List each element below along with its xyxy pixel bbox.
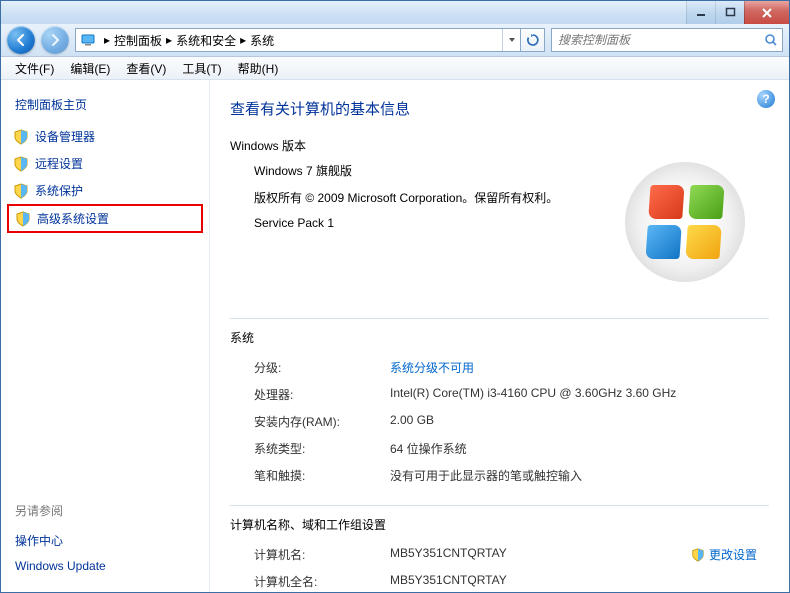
shield-icon — [691, 548, 705, 562]
menu-edit[interactable]: 编辑(E) — [62, 58, 118, 79]
windows-logo — [625, 162, 757, 294]
sidebar-home-link[interactable]: 控制面板主页 — [1, 92, 209, 123]
page-title: 查看有关计算机的基本信息 — [230, 98, 769, 119]
see-also-windows-update[interactable]: Windows Update — [15, 554, 195, 578]
sidebar-item-advanced-system-settings[interactable]: 高级系统设置 — [7, 204, 203, 233]
row-computer-full-name: 计算机全名: MB5Y351CNTQRTAY — [230, 568, 769, 592]
windows-flag-yellow — [685, 225, 721, 259]
section-system-title: 系统 — [230, 329, 769, 346]
search-box — [551, 28, 783, 52]
breadcrumb-segment[interactable]: 系统 — [250, 32, 274, 49]
divider — [230, 318, 769, 319]
help-button[interactable]: ? — [757, 90, 775, 108]
sidebar-item-label: 远程设置 — [35, 155, 83, 172]
menu-view[interactable]: 查看(V) — [118, 58, 174, 79]
window-titlebar — [1, 1, 789, 24]
section-windows-edition-title: Windows 版本 — [230, 137, 769, 154]
sidebar-item-label: 设备管理器 — [35, 128, 95, 145]
sidebar-item-label: 系统保护 — [35, 182, 83, 199]
breadcrumb-segment[interactable]: 控制面板 — [114, 32, 162, 49]
label-system-type: 系统类型: — [254, 440, 390, 457]
address-bar-row: ▸ 控制面板 ▸ 系统和安全 ▸ 系统 — [1, 24, 789, 57]
label-computer-name: 计算机名: — [254, 546, 390, 563]
search-button[interactable] — [760, 33, 782, 47]
row-system-type: 系统类型: 64 位操作系统 — [230, 435, 769, 462]
minimize-icon — [696, 7, 707, 18]
refresh-icon — [526, 33, 540, 47]
divider — [230, 505, 769, 506]
row-processor: 处理器: Intel(R) Core(TM) i3-4160 CPU @ 3.6… — [230, 381, 769, 408]
main-area: 控制面板主页 设备管理器 远程设置 系统保护 高级系统设置 另请参阅 操作中心 … — [1, 80, 789, 592]
maximize-button[interactable] — [715, 1, 744, 24]
menu-file[interactable]: 文件(F) — [7, 58, 62, 79]
search-icon — [764, 33, 778, 47]
close-icon — [761, 7, 773, 19]
computer-icon — [80, 32, 96, 48]
breadcrumb-segment[interactable]: 系统和安全 — [176, 32, 236, 49]
refresh-button[interactable] — [521, 28, 545, 52]
label-processor: 处理器: — [254, 386, 390, 403]
address-dropdown-button[interactable] — [502, 29, 520, 51]
content-pane: ? 查看有关计算机的基本信息 Windows 版本 Windows 7 旗舰版 … — [209, 80, 789, 592]
label-pen-touch: 笔和触摸: — [254, 467, 390, 484]
breadcrumb-separator-icon: ▸ — [162, 33, 176, 47]
sidebar-item-remote-settings[interactable]: 远程设置 — [1, 150, 209, 177]
value-computer-name: MB5Y351CNTQRTAY — [390, 546, 691, 563]
see-also-title: 另请参阅 — [15, 502, 195, 519]
back-button[interactable] — [7, 26, 35, 54]
sidebar-item-device-manager[interactable]: 设备管理器 — [1, 123, 209, 150]
sidebar-item-system-protection[interactable]: 系统保护 — [1, 177, 209, 204]
sidebar-item-label: 高级系统设置 — [37, 210, 109, 227]
row-rating: 分级: 系统分级不可用 — [230, 354, 769, 381]
shield-icon — [13, 156, 29, 172]
search-input[interactable] — [552, 33, 760, 47]
windows-flag-blue — [645, 225, 681, 259]
change-settings-link[interactable]: 更改设置 — [691, 546, 757, 563]
forward-button[interactable] — [41, 26, 69, 54]
shield-icon — [13, 183, 29, 199]
close-button[interactable] — [744, 1, 789, 24]
see-also-section: 另请参阅 操作中心 Windows Update — [1, 502, 209, 592]
value-rating-link[interactable]: 系统分级不可用 — [390, 359, 769, 376]
see-also-action-center[interactable]: 操作中心 — [15, 527, 195, 554]
breadcrumb-separator-icon: ▸ — [236, 33, 250, 47]
change-settings-label: 更改设置 — [709, 546, 757, 563]
forward-arrow-icon — [48, 33, 62, 47]
windows-flag-red — [648, 185, 684, 219]
row-pen-touch: 笔和触摸: 没有可用于此显示器的笔或触控输入 — [230, 462, 769, 489]
menu-tools[interactable]: 工具(T) — [174, 58, 229, 79]
breadcrumb-separator-icon: ▸ — [100, 33, 114, 47]
sidebar: 控制面板主页 设备管理器 远程设置 系统保护 高级系统设置 另请参阅 操作中心 … — [1, 80, 209, 592]
minimize-button[interactable] — [686, 1, 715, 24]
address-bar[interactable]: ▸ 控制面板 ▸ 系统和安全 ▸ 系统 — [75, 28, 521, 52]
value-processor: Intel(R) Core(TM) i3-4160 CPU @ 3.60GHz … — [390, 386, 769, 403]
back-arrow-icon — [14, 33, 28, 47]
row-computer-name: 计算机名: MB5Y351CNTQRTAY 更改设置 — [230, 541, 769, 568]
menu-help[interactable]: 帮助(H) — [230, 58, 287, 79]
shield-icon — [13, 129, 29, 145]
value-pen-touch: 没有可用于此显示器的笔或触控输入 — [390, 467, 769, 484]
label-computer-full-name: 计算机全名: — [254, 573, 390, 590]
chevron-down-icon — [508, 36, 516, 44]
label-rating: 分级: — [254, 359, 390, 376]
value-system-type: 64 位操作系统 — [390, 440, 769, 457]
windows-flag-green — [688, 185, 724, 219]
shield-icon — [15, 211, 31, 227]
section-windows-edition: Windows 7 旗舰版 版权所有 © 2009 Microsoft Corp… — [230, 162, 769, 302]
row-ram: 安装内存(RAM): 2.00 GB — [230, 408, 769, 435]
section-computer-name-title: 计算机名称、域和工作组设置 — [230, 516, 769, 533]
label-ram: 安装内存(RAM): — [254, 413, 390, 430]
maximize-icon — [725, 7, 736, 18]
value-computer-full-name: MB5Y351CNTQRTAY — [390, 573, 769, 590]
menu-bar: 文件(F) 编辑(E) 查看(V) 工具(T) 帮助(H) — [1, 57, 789, 80]
value-ram: 2.00 GB — [390, 413, 769, 430]
